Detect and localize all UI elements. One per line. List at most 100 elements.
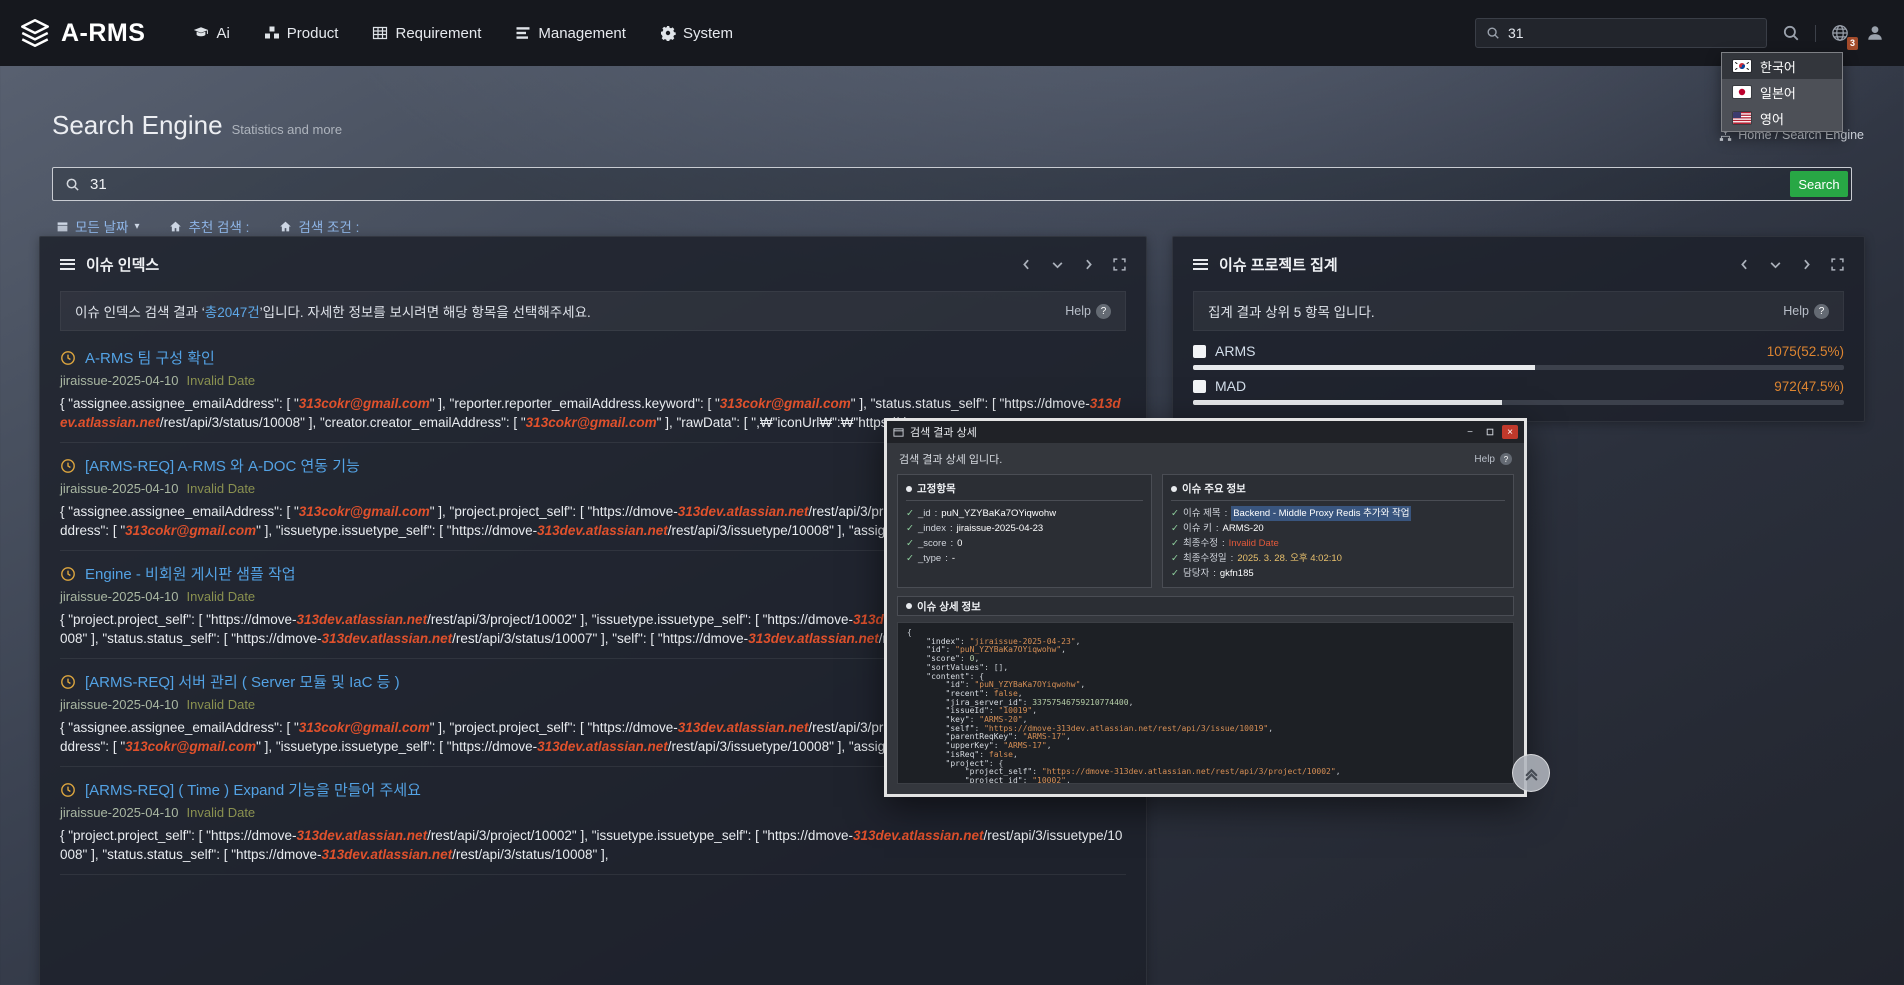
filter-모든-날짜[interactable]: 모든 날짜▾ bbox=[56, 216, 139, 236]
filter-추천-검색[interactable]: 추천 검색 : bbox=[169, 216, 249, 236]
project-checkbox[interactable] bbox=[1193, 345, 1206, 358]
modal-subtitle: 검색 결과 상세 입니다. bbox=[899, 451, 1002, 467]
question-icon: ? bbox=[1096, 304, 1111, 319]
issue-index-header: 이슈 인덱스 bbox=[40, 237, 1146, 291]
panel-expand-button[interactable] bbox=[1113, 258, 1126, 271]
help-badge[interactable]: Help? bbox=[1474, 453, 1512, 465]
nav-item-requirement[interactable]: Requirement bbox=[372, 25, 481, 42]
panel-next-button[interactable] bbox=[1800, 258, 1813, 271]
nav-search-input[interactable] bbox=[1508, 25, 1756, 41]
question-icon: ? bbox=[1500, 453, 1512, 465]
project-name: MAD bbox=[1215, 378, 1246, 394]
modal-titlebar[interactable]: 검색 결과 상세 − × bbox=[887, 421, 1524, 443]
modal-body: 검색 결과 상세 입니다. Help? 고정항목 ✓_id:puN_YZYBaK… bbox=[887, 443, 1524, 794]
scroll-top-button[interactable] bbox=[1512, 754, 1550, 792]
issue-index-name: jiraissue-2025-04-10 bbox=[60, 589, 179, 604]
nav-search bbox=[1475, 18, 1767, 48]
clock-icon bbox=[60, 674, 76, 690]
issue-meta: jiraissue-2025-04-10Invalid Date bbox=[60, 805, 1126, 820]
issue-title-link[interactable]: Engine - 비회원 게시판 샘플 작업 bbox=[85, 563, 296, 584]
question-icon: ? bbox=[1814, 304, 1829, 319]
home-icon bbox=[169, 220, 182, 233]
detail-field: ✓최종수정일:2025. 3. 28. 오후 4:02:10 bbox=[1171, 551, 1505, 566]
bullet-icon bbox=[906, 603, 912, 609]
issue-index-title: 이슈 인덱스 bbox=[60, 254, 159, 275]
search-button[interactable]: Search bbox=[1790, 171, 1848, 197]
issue-detail-json[interactable]: { "index": "jiraissue-2025-04-23", "id":… bbox=[897, 622, 1514, 784]
modal-minimize-button[interactable]: − bbox=[1462, 425, 1478, 439]
result-count-text: 이슈 인덱스 검색 결과 ‘총2047건’입니다. 자세한 정보를 보시려면 해… bbox=[75, 301, 591, 321]
user-button[interactable] bbox=[1864, 22, 1886, 44]
agg-notice-text: 집계 결과 상위 5 항목 입니다. bbox=[1208, 301, 1375, 321]
language-option-영어[interactable]: 영어 bbox=[1722, 105, 1842, 131]
layers-logo-icon bbox=[18, 16, 52, 50]
menu-icon bbox=[60, 259, 75, 270]
nav-item-label: Product bbox=[287, 25, 339, 42]
agg-notice: 집계 결과 상위 5 항목 입니다. Help? bbox=[1193, 291, 1844, 331]
issue-title-link[interactable]: A-RMS 팀 구성 확인 bbox=[85, 347, 215, 368]
language-option-일본어[interactable]: 일본어 bbox=[1722, 79, 1842, 105]
nav-divider bbox=[1815, 25, 1816, 42]
flag-jp-icon bbox=[1733, 86, 1751, 98]
issue-date-status: Invalid Date bbox=[187, 697, 256, 712]
issue-index-name: jiraissue-2025-04-10 bbox=[60, 697, 179, 712]
detail-field: ✓_score:0 bbox=[906, 536, 1143, 551]
issue-title-link[interactable]: [ARMS-REQ] A-RMS 와 A-DOC 연동 기능 bbox=[85, 455, 360, 476]
user-icon bbox=[1866, 24, 1884, 42]
check-icon: ✓ bbox=[1171, 506, 1179, 521]
help-badge[interactable]: Help? bbox=[1783, 304, 1829, 319]
bullet-icon bbox=[906, 486, 912, 492]
panel-prev-button[interactable] bbox=[1738, 258, 1751, 271]
issue-date-status: Invalid Date bbox=[187, 589, 256, 604]
field-value: 0 bbox=[957, 536, 962, 551]
check-icon: ✓ bbox=[1171, 551, 1179, 566]
menu-icon bbox=[1193, 259, 1208, 270]
issue-title-link[interactable]: [ARMS-REQ] 서버 관리 ( Server 모듈 및 IaC 등 ) bbox=[85, 671, 400, 692]
filter-검색-조건[interactable]: 검색 조건 : bbox=[279, 216, 359, 236]
nav-item-product[interactable]: Product bbox=[264, 25, 339, 42]
bullet-icon bbox=[1171, 486, 1177, 492]
project-name: ARMS bbox=[1215, 343, 1255, 359]
issue-meta: jiraissue-2025-04-10Invalid Date bbox=[60, 373, 1126, 388]
language-label: 영어 bbox=[1760, 109, 1784, 128]
modal-maximize-button[interactable] bbox=[1482, 425, 1498, 439]
panel-expand-button[interactable] bbox=[1831, 258, 1844, 271]
panel-next-button[interactable] bbox=[1082, 258, 1095, 271]
issue-snippet: { "project.project_self": [ "https://dmo… bbox=[60, 826, 1126, 864]
project-agg-row: MAD972(47.5%) bbox=[1193, 370, 1844, 405]
search-input[interactable] bbox=[90, 176, 1839, 193]
fixed-fields-title: 고정항목 bbox=[906, 481, 1143, 501]
issue-info-box: 이슈 주요 정보 ✓이슈 제목:Backend - Middle Proxy R… bbox=[1162, 474, 1514, 588]
search-icon bbox=[1486, 26, 1500, 40]
modal-close-button[interactable]: × bbox=[1502, 425, 1518, 439]
search-icon bbox=[65, 177, 80, 192]
field-value: Invalid Date bbox=[1229, 536, 1279, 551]
project-checkbox[interactable] bbox=[1193, 380, 1206, 393]
chevron-up-icon bbox=[1523, 765, 1540, 782]
nav-item-management[interactable]: Management bbox=[515, 25, 626, 42]
nav-item-ai[interactable]: Ai bbox=[193, 25, 229, 42]
nav-search-button[interactable] bbox=[1780, 22, 1802, 44]
language-option-한국어[interactable]: 한국어 bbox=[1722, 53, 1842, 79]
language-button[interactable]: 3 bbox=[1829, 22, 1851, 44]
page-head: Search Engine Statistics and more bbox=[52, 110, 342, 141]
app-logo[interactable]: A-RMS bbox=[18, 16, 145, 50]
modal-title: 검색 결과 상세 bbox=[910, 424, 977, 440]
help-badge[interactable]: Help? bbox=[1065, 304, 1111, 319]
fixed-fields-box: 고정항목 ✓_id:puN_YZYBaKa7OYiqwohw✓_index:ji… bbox=[897, 474, 1152, 588]
check-icon: ✓ bbox=[906, 551, 914, 566]
result-count-link[interactable]: 총2047건 bbox=[205, 305, 260, 320]
panel-collapse-button[interactable] bbox=[1769, 258, 1782, 271]
main-menu: Ai Product Requirement Management System bbox=[193, 25, 733, 42]
check-icon: ✓ bbox=[906, 506, 914, 521]
issue-index-name: jiraissue-2025-04-10 bbox=[60, 805, 179, 820]
panel-collapse-button[interactable] bbox=[1051, 258, 1064, 271]
panel-prev-button[interactable] bbox=[1020, 258, 1033, 271]
nav-item-system[interactable]: System bbox=[660, 25, 733, 42]
search-icon bbox=[1782, 24, 1800, 42]
issue-title-link[interactable]: [ARMS-REQ] ( Time ) Expand 기능을 만들어 주세요 bbox=[85, 779, 421, 800]
issue-date-status: Invalid Date bbox=[187, 481, 256, 496]
field-label: _id bbox=[918, 506, 931, 521]
check-icon: ✓ bbox=[906, 536, 914, 551]
field-label: 이슈 제목 bbox=[1183, 506, 1221, 521]
